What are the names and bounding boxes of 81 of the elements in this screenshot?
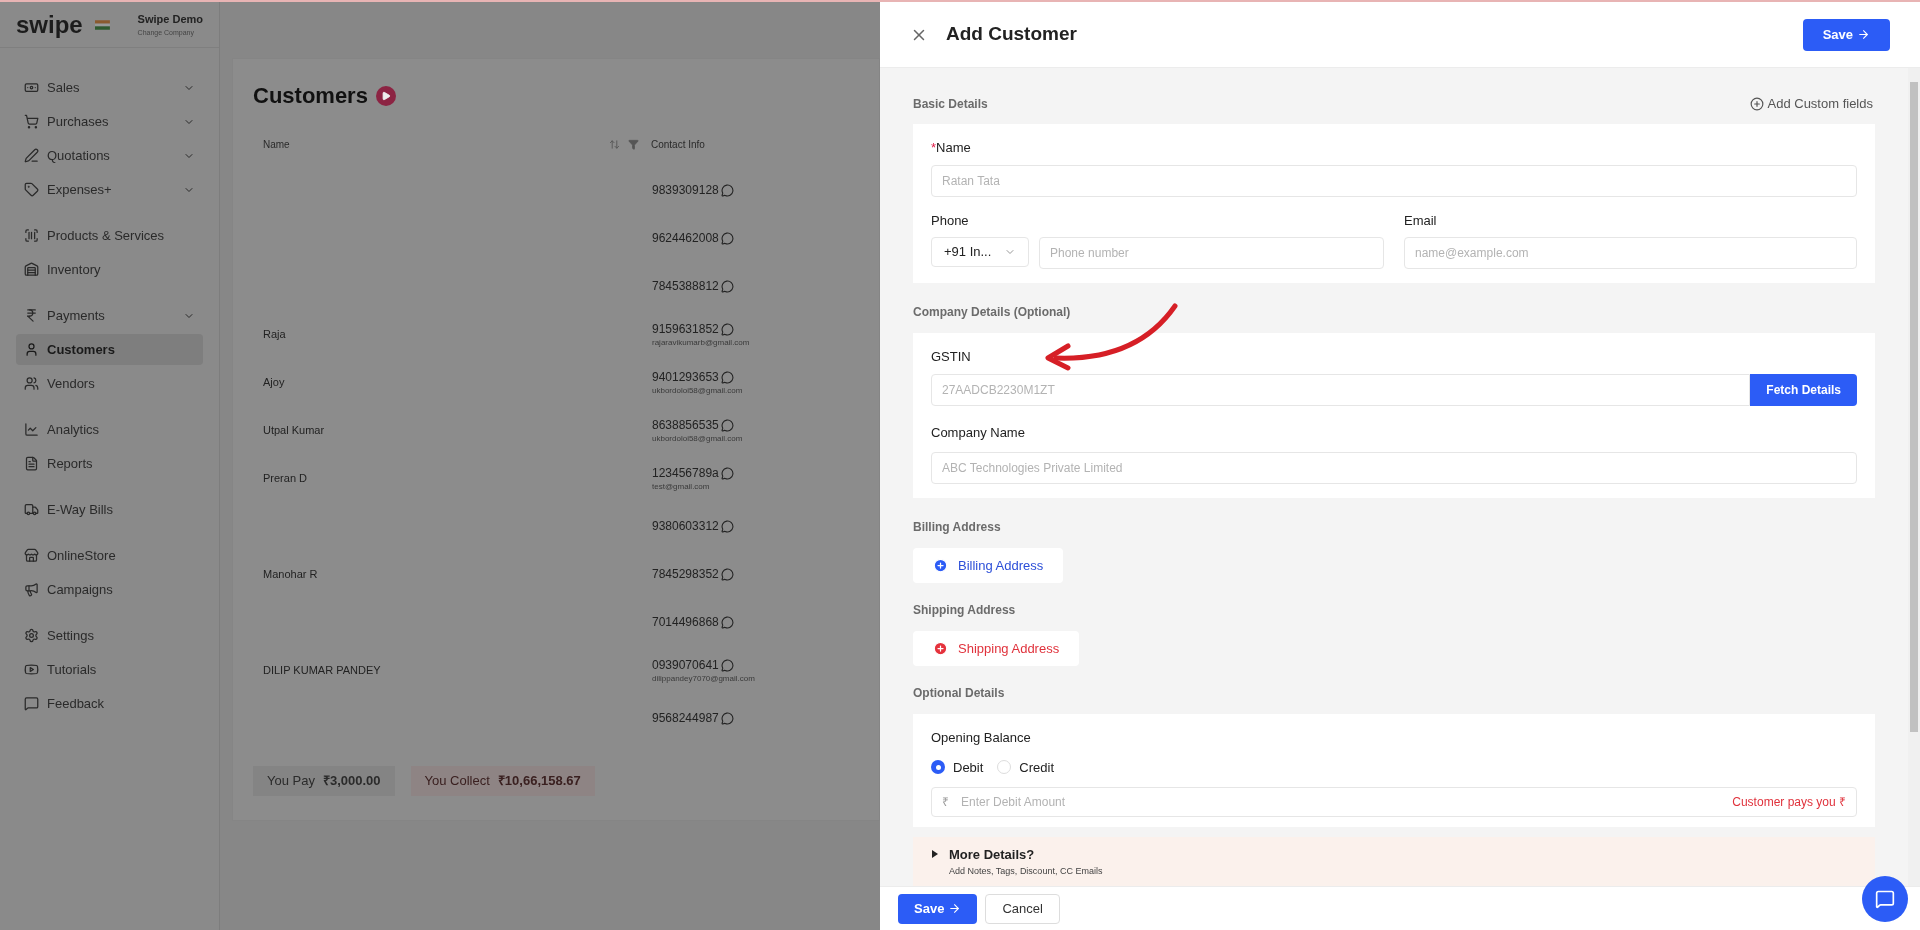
section-heading: Optional Details (913, 686, 1005, 700)
email-text: dilippandey7070@gmail.com (652, 674, 755, 684)
customer-name[interactable]: Manohar R (263, 567, 318, 580)
customer-name[interactable]: Raja (263, 327, 286, 340)
email-label: Email (1404, 212, 1438, 230)
amount-hint: Customer pays you ₹ (1732, 794, 1846, 811)
summary-label: You Pay (267, 772, 315, 791)
save-button[interactable]: Save (1802, 18, 1890, 51)
sidebar-item[interactable]: Campaigns (16, 574, 203, 605)
column-header: Name (262, 137, 291, 152)
sidebar-item[interactable]: Payments (16, 300, 203, 331)
company-name[interactable]: Swipe Demo (137, 11, 203, 28)
phone-number: 7845388812 (652, 278, 719, 295)
phone-number: 9159631852 (652, 321, 719, 338)
country-code-select[interactable]: +91 In... (931, 236, 1029, 267)
cancel-button[interactable]: Cancel (985, 893, 1060, 924)
email-text: test@gmail.com (652, 482, 711, 492)
sidebar-item[interactable]: Purchases (16, 106, 203, 137)
sidebar-item[interactable]: Vendors (16, 368, 203, 399)
radio-option[interactable]: Credit (997, 757, 1055, 777)
phone-number: 0939070641 (652, 657, 719, 674)
sidebar-item[interactable]: Products & Services (16, 220, 203, 251)
sidebar-item[interactable]: Analytics (16, 414, 203, 445)
gstin-label: GSTIN (931, 347, 972, 366)
section-heading: Basic Details (913, 95, 988, 113)
sidebar-item[interactable]: Customers (16, 334, 203, 365)
column-header: Contact Info (651, 137, 705, 152)
more-details-subtitle: Add Notes, Tags, Discount, CC Emails (949, 864, 1103, 878)
more-details-title: More Details? (949, 846, 1036, 864)
debit-amount-field[interactable]: ₹ Enter Debit Amount Customer pays you ₹ (931, 787, 1857, 817)
phone-number: 7014496868 (652, 614, 719, 631)
logo: swipe (16, 12, 83, 37)
input-field[interactable]: Ratan Tata (931, 165, 1857, 197)
phone-number: 123456789a (652, 465, 719, 482)
phone-number: 8638856535 (652, 417, 719, 434)
phone-number: 9401293653 (652, 369, 719, 386)
section-heading: Billing Address (913, 520, 1001, 534)
name-label: *Name (931, 138, 972, 157)
radio-option[interactable]: Debit (931, 757, 984, 777)
email-text: rajaravikumarb@gmail.com (652, 338, 750, 348)
phone-number: 7845298352 (652, 566, 719, 583)
sidebar-item[interactable]: Settings (16, 620, 203, 651)
input-field[interactable]: name@example.com (1404, 236, 1857, 269)
sidebar-item[interactable]: Sales (16, 72, 203, 103)
email-text: ukbordoloi58@gmail.com (652, 386, 743, 396)
phone-number: 9380603312 (652, 518, 719, 535)
input-field[interactable]: ABC Technologies Private Limited (931, 452, 1857, 484)
phone-label: Phone (931, 212, 970, 230)
more-details-toggle[interactable]: More Details? Add Notes, Tags, Discount, CC Emails (913, 837, 1875, 886)
section-heading: Company Details (Optional) (913, 304, 1071, 319)
customer-name[interactable]: DILIP KUMAR PANDEY (263, 663, 381, 676)
summary-label: You Collect (424, 772, 490, 791)
opening-balance-label: Opening Balance (931, 729, 1032, 747)
sidebar-item[interactable]: Reports (16, 448, 203, 479)
add-custom-fields-link[interactable]: Add Custom fields (1749, 94, 1873, 114)
customer-name[interactable]: Ajoy (263, 375, 285, 388)
summary-amount: ₹3,000.00 (322, 772, 381, 791)
page-title: Customers (253, 82, 368, 110)
sidebar-item[interactable]: Expenses+ (16, 174, 203, 205)
phone-number: 9839309128 (652, 182, 719, 199)
drawer-title: Add Customer (946, 22, 1077, 47)
fetch-details-button[interactable]: Fetch Details (1750, 374, 1857, 406)
company-name-label: Company Name (931, 425, 1025, 440)
customer-name[interactable]: Utpal Kumar (263, 423, 325, 436)
sidebar-item[interactable]: Tutorials (16, 654, 203, 685)
sidebar-item[interactable]: Inventory (16, 254, 203, 285)
customer-name[interactable]: Preran D (263, 471, 308, 484)
input-field[interactable]: 27AADCB2230M1ZT (931, 374, 1751, 406)
add-shipping-address-button[interactable]: Shipping Address (913, 631, 1080, 666)
input-field[interactable]: Phone number (1039, 236, 1384, 269)
email-text: ukbordoloi58@gmail.com (652, 434, 743, 444)
sidebar-item[interactable]: OnlineStore (16, 540, 203, 571)
section-heading: Shipping Address (913, 603, 1016, 617)
add-billing-address-button[interactable]: Billing Address (913, 548, 1064, 583)
footer-save-button[interactable]: Save (898, 893, 978, 924)
sidebar-item[interactable]: Feedback (16, 688, 203, 719)
sidebar-item[interactable]: E-Way Bills (16, 494, 203, 525)
summary-amount: ₹10,66,158.67 (497, 772, 581, 791)
sidebar-item[interactable]: Quotations (16, 140, 203, 171)
phone-number: 9568244987 (652, 710, 719, 727)
phone-number: 9624462008 (652, 230, 719, 247)
